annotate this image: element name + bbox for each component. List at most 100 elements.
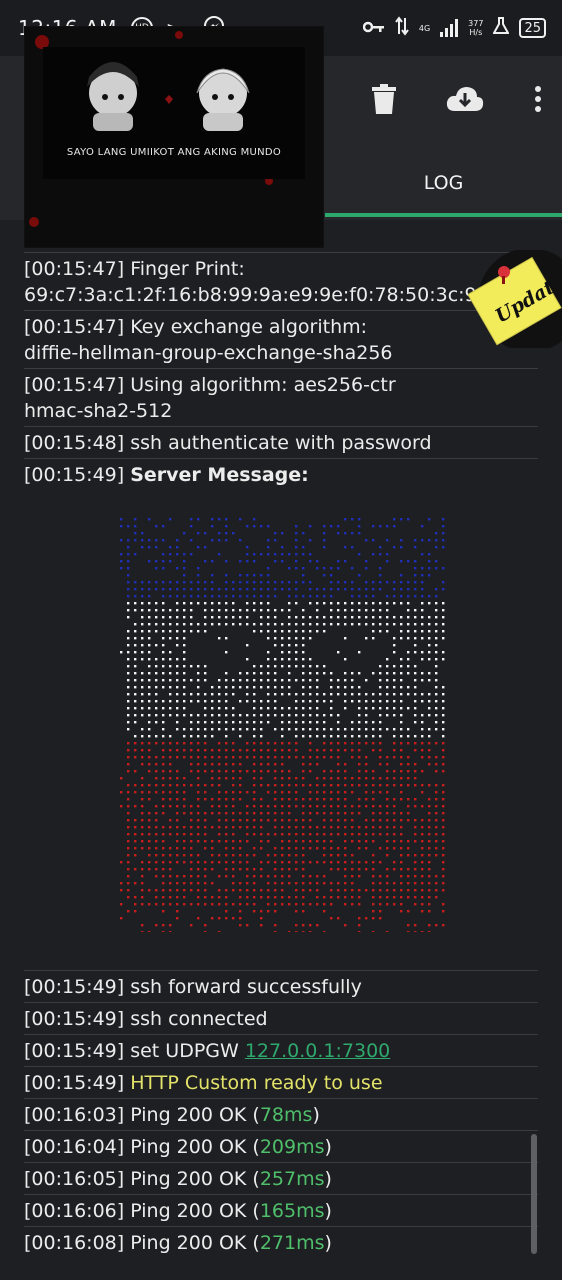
art-dot xyxy=(435,658,438,661)
art-dot xyxy=(204,798,207,801)
art-dot xyxy=(218,707,221,710)
art-dot xyxy=(141,609,144,612)
art-dot xyxy=(302,553,305,556)
art-dot xyxy=(211,805,214,808)
art-dot xyxy=(442,637,445,640)
art-dot xyxy=(344,826,347,829)
art-dot xyxy=(295,602,298,605)
art-dot xyxy=(281,588,284,591)
art-dot xyxy=(232,847,235,850)
art-dot xyxy=(183,588,186,591)
art-dot xyxy=(176,910,179,913)
art-dot xyxy=(127,539,130,542)
art-dot xyxy=(183,861,186,864)
art-dot xyxy=(351,588,354,591)
art-dot xyxy=(337,567,340,570)
art-dot xyxy=(197,819,200,822)
art-dot xyxy=(232,854,235,857)
art-dot xyxy=(141,777,144,780)
art-dot xyxy=(400,861,403,864)
art-dot xyxy=(169,763,172,766)
art-dot xyxy=(309,749,312,752)
art-dot xyxy=(239,574,242,577)
art-dot xyxy=(330,805,333,808)
log-timestamp: [00:15:49] xyxy=(24,1008,125,1030)
art-dot xyxy=(239,679,242,682)
art-dot xyxy=(169,637,172,640)
art-dot xyxy=(295,553,298,556)
art-dot xyxy=(218,917,221,920)
art-dot xyxy=(127,546,130,549)
art-dot xyxy=(414,763,417,766)
art-dot xyxy=(176,784,179,787)
art-dot xyxy=(337,777,340,780)
art-dot xyxy=(365,728,368,731)
update-badge[interactable]: Update xyxy=(467,248,562,352)
art-dot xyxy=(134,623,137,626)
art-dot xyxy=(302,903,305,906)
art-dot xyxy=(379,574,382,577)
art-dot xyxy=(134,714,137,717)
art-dot xyxy=(428,595,431,598)
art-dot xyxy=(302,637,305,640)
art-dot xyxy=(316,623,319,626)
art-dot xyxy=(246,742,249,745)
art-dot xyxy=(274,777,277,780)
art-dot xyxy=(351,700,354,703)
art-dot xyxy=(274,910,277,913)
art-dot xyxy=(134,588,137,591)
art-dot xyxy=(141,651,144,654)
art-dot xyxy=(372,623,375,626)
art-dot xyxy=(141,630,144,633)
art-dot xyxy=(183,777,186,780)
art-dot xyxy=(225,539,228,542)
art-dot xyxy=(400,868,403,871)
art-dot xyxy=(267,784,270,787)
art-dot xyxy=(288,567,291,570)
art-dot xyxy=(274,861,277,864)
art-dot xyxy=(442,854,445,857)
art-dot xyxy=(435,693,438,696)
log-scrollbar[interactable] xyxy=(531,1134,537,1254)
art-dot xyxy=(316,714,319,717)
art-dot xyxy=(414,784,417,787)
art-dot xyxy=(295,693,298,696)
art-dot xyxy=(288,798,291,801)
art-dot xyxy=(295,847,298,850)
art-dot xyxy=(435,875,438,878)
art-dot xyxy=(197,917,200,920)
art-dot xyxy=(407,819,410,822)
art-dot xyxy=(253,812,256,815)
art-dot xyxy=(183,644,186,647)
art-dot xyxy=(400,707,403,710)
art-dot xyxy=(141,798,144,801)
art-dot xyxy=(169,742,172,745)
art-dot xyxy=(323,847,326,850)
art-dot xyxy=(204,714,207,717)
art-dot xyxy=(197,567,200,570)
art-dot xyxy=(239,889,242,892)
delete-icon[interactable] xyxy=(372,84,396,114)
art-dot xyxy=(379,728,382,731)
art-dot xyxy=(148,588,151,591)
tab-log[interactable]: LOG xyxy=(325,160,562,220)
art-dot xyxy=(379,847,382,850)
art-dot xyxy=(162,882,165,885)
art-dot xyxy=(421,651,424,654)
art-dot xyxy=(372,875,375,878)
art-dot xyxy=(435,651,438,654)
art-dot xyxy=(372,896,375,899)
ping-close: ) xyxy=(324,1136,332,1158)
art-dot xyxy=(246,616,249,619)
art-dot xyxy=(246,756,249,759)
udpgw-link[interactable]: 127.0.0.1:7300 xyxy=(245,1040,390,1062)
more-vert-icon[interactable] xyxy=(534,86,542,112)
cloud-download-icon[interactable] xyxy=(446,85,484,113)
art-dot xyxy=(162,924,165,927)
art-dot xyxy=(344,693,347,696)
art-dot xyxy=(162,847,165,850)
art-dot xyxy=(183,854,186,857)
art-dot xyxy=(358,812,361,815)
art-dot xyxy=(211,749,214,752)
art-dot xyxy=(400,700,403,703)
